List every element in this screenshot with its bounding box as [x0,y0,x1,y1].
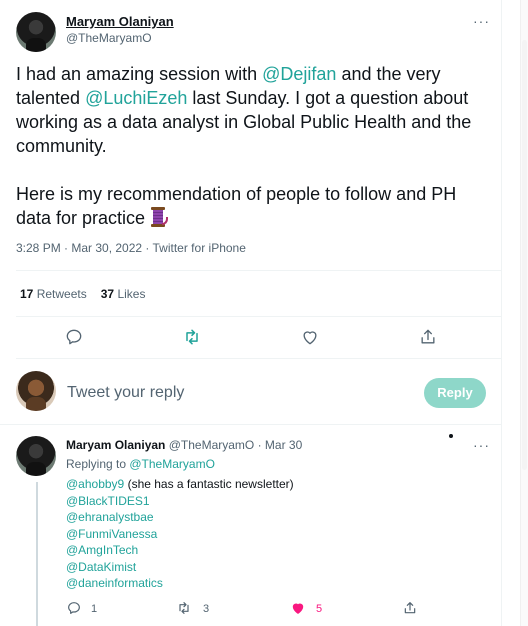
thread-connector [36,482,38,626]
mention-link[interactable]: @Dejifan [262,64,336,84]
author-name[interactable]: Maryam Olaniyan [66,14,174,29]
tweet-text: I had an amazing session with @Dejifan a… [16,62,496,230]
mention-link[interactable]: @DataKimist [66,560,136,574]
retweet-icon[interactable] [176,600,192,616]
reply-icon[interactable] [66,600,82,616]
reply-line: @ehranalystbae [66,509,496,526]
reply-author[interactable]: Maryam Olaniyan @TheMaryamO · Mar 30 [66,438,302,452]
divider [16,270,502,271]
divider [16,316,502,317]
current-user-avatar[interactable] [16,371,56,411]
reply-button[interactable]: Reply [424,378,486,408]
cursor-dot [449,434,453,438]
scrollbar[interactable] [520,0,528,626]
mention-link[interactable]: @BlackTIDES1 [66,494,150,508]
mention-link[interactable]: @AmgInTech [66,543,138,557]
more-options-icon[interactable]: ··· [473,14,490,28]
tweet-paragraph-2: Here is my recommendation of people to f… [16,184,457,228]
likes-stat[interactable]: 37 Likes [101,287,146,301]
mention-link[interactable]: @FunmiVanessa [66,527,157,541]
divider [0,424,502,425]
mention-link[interactable]: @TheMaryamO [129,457,215,471]
more-options-icon[interactable]: ··· [473,438,490,452]
scrollbar-thumb[interactable] [522,40,527,470]
reply-line: @FunmiVanessa [66,526,496,543]
reply-count: 1 [91,603,98,615]
reply-line: @daneinformatics [66,575,496,592]
author-avatar[interactable] [16,12,56,52]
retweets-stat[interactable]: 17 Retweets [20,287,87,301]
mention-link[interactable]: @ehranalystbae [66,510,154,524]
tweet-stats: 17 Retweets 37 Likes [20,287,145,301]
reply-line: @ahobby9 (she has a fantastic newsletter… [66,477,294,491]
reply-icon[interactable] [64,327,84,347]
spool-of-thread-icon [149,207,169,227]
replying-to: Replying to @TheMaryamO [66,457,215,471]
tweet-timestamp[interactable]: 3:28 PM · Mar 30, 2022 · Twitter for iPh… [16,241,246,255]
mention-link[interactable]: @ahobby9 [66,477,124,491]
like-count: 5 [316,603,323,615]
reply-input[interactable]: Tweet your reply [67,384,184,402]
tweet-detail-panel: Maryam Olaniyan @TheMaryamO ··· I had an… [0,0,502,626]
reply-text: @ahobby9 (she has a fantastic newsletter… [66,476,496,592]
reply-line: @BlackTIDES1 [66,493,496,510]
tweet-paragraph-1: I had an amazing session with @Dejifan a… [16,64,472,156]
share-icon[interactable] [402,600,418,616]
mention-link[interactable]: @daneinformatics [66,576,163,590]
mention-link[interactable]: @LuchiEzeh [85,88,187,108]
reply-line: @AmgInTech [66,542,496,559]
divider [16,358,502,359]
retweet-count: 3 [203,603,210,615]
like-icon[interactable] [290,600,306,616]
like-icon[interactable] [300,327,320,347]
reply-line: @DataKimist [66,559,496,576]
share-icon[interactable] [418,327,438,347]
retweet-icon[interactable] [182,327,202,347]
author-handle[interactable]: @TheMaryamO [66,31,152,45]
reply-author-avatar[interactable] [16,436,56,476]
